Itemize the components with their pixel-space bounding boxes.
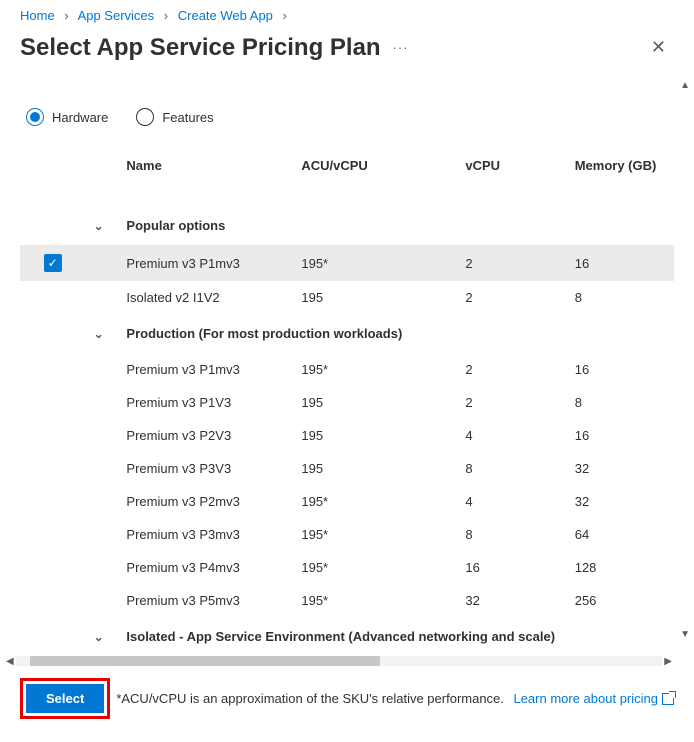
- table-row[interactable]: Premium v3 P1mv3195*216250: [20, 353, 674, 386]
- close-icon[interactable]: ✕: [643, 33, 674, 62]
- cell-name: Premium v3 P3V3: [118, 452, 293, 485]
- select-button[interactable]: Select: [26, 684, 104, 713]
- cell-vcpu: 4: [457, 419, 566, 452]
- learn-more-link[interactable]: Learn more about pricing: [513, 691, 674, 706]
- table-row[interactable]: Premium v3 P3mv3195*864250: [20, 518, 674, 551]
- cell-name: Premium v3 P3mv3: [118, 518, 293, 551]
- cell-memory: 128: [567, 551, 674, 584]
- radio-features[interactable]: Features: [136, 108, 213, 126]
- radio-unselected-icon: [136, 108, 154, 126]
- chevron-right-icon: ›: [64, 8, 68, 23]
- cell-vcpu: 2: [457, 386, 566, 419]
- cell-memory: 8: [567, 386, 674, 419]
- table-row[interactable]: ✓Premium v3 P1mv3195*216250: [20, 245, 674, 281]
- table-row[interactable]: Premium v3 P5mv3195*32256250: [20, 584, 674, 617]
- cell-name: Premium v3 P1mv3: [118, 245, 293, 281]
- cell-memory: 16: [567, 353, 674, 386]
- group-header[interactable]: ⌄Production (For most production workloa…: [20, 314, 674, 353]
- cell-acu: 195: [293, 452, 457, 485]
- cell-memory: 16: [567, 245, 674, 281]
- radio-hardware-label: Hardware: [52, 110, 108, 125]
- cell-memory: 8: [567, 281, 674, 314]
- cell-vcpu: 2: [457, 281, 566, 314]
- radio-features-label: Features: [162, 110, 213, 125]
- cell-name: Premium v3 P2V3: [118, 419, 293, 452]
- cell-acu: 195*: [293, 485, 457, 518]
- horizontal-scrollbar[interactable]: ◀ ▶: [4, 654, 674, 668]
- col-acu[interactable]: ACU/vCPU: [293, 148, 457, 206]
- footnote-text: *ACU/vCPU is an approximation of the SKU…: [116, 691, 507, 706]
- breadcrumb-create-web-app[interactable]: Create Web App: [178, 8, 273, 23]
- table-row[interactable]: Premium v3 P1V319528250: [20, 386, 674, 419]
- cell-vcpu: 32: [457, 584, 566, 617]
- cell-acu: 195*: [293, 245, 457, 281]
- group-header[interactable]: ⌄Isolated - App Service Environment (Adv…: [20, 617, 674, 652]
- radio-hardware[interactable]: Hardware: [26, 108, 108, 126]
- external-link-icon: [662, 693, 674, 705]
- cell-acu: 195*: [293, 518, 457, 551]
- col-memory[interactable]: Memory (GB): [567, 148, 674, 206]
- cell-acu: 195: [293, 419, 457, 452]
- chevron-down-icon[interactable]: ⌄: [94, 219, 104, 233]
- cell-acu: 195*: [293, 551, 457, 584]
- cell-memory: 16: [567, 419, 674, 452]
- cell-memory: 64: [567, 518, 674, 551]
- cell-vcpu: 2: [457, 245, 566, 281]
- cell-vcpu: 2: [457, 353, 566, 386]
- chevron-right-icon: ›: [164, 8, 168, 23]
- cell-name: Premium v3 P4mv3: [118, 551, 293, 584]
- checkbox-checked-icon[interactable]: ✓: [44, 254, 62, 272]
- cell-memory: 32: [567, 452, 674, 485]
- table-row[interactable]: Isolated v2 I1V2195281000: [20, 281, 674, 314]
- chevron-down-icon[interactable]: ⌄: [94, 327, 104, 341]
- cell-acu: 195: [293, 386, 457, 419]
- col-vcpu[interactable]: vCPU: [457, 148, 566, 206]
- cell-name: Premium v3 P2mv3: [118, 485, 293, 518]
- cell-name: Premium v3 P5mv3: [118, 584, 293, 617]
- cell-memory: 256: [567, 584, 674, 617]
- col-name[interactable]: Name: [118, 148, 293, 206]
- scroll-left-icon[interactable]: ◀: [4, 656, 16, 667]
- scroll-right-icon[interactable]: ▶: [662, 656, 674, 667]
- cell-name: Premium v3 P1mv3: [118, 353, 293, 386]
- page-title: Select App Service Pricing Plan: [20, 34, 381, 62]
- group-header[interactable]: ⌄Popular options: [20, 206, 674, 245]
- select-button-highlight: Select: [20, 678, 110, 719]
- pricing-table: Name ACU/vCPU vCPU Memory (GB) Remote (G…: [20, 148, 674, 652]
- chevron-right-icon: ›: [283, 8, 287, 23]
- scroll-down-icon[interactable]: ▼: [680, 629, 690, 640]
- learn-more-label: Learn more about pricing: [513, 691, 658, 706]
- radio-selected-icon: [26, 108, 44, 126]
- cell-name: Premium v3 P1V3: [118, 386, 293, 419]
- cell-acu: 195*: [293, 353, 457, 386]
- table-row[interactable]: Premium v3 P3V3195832250: [20, 452, 674, 485]
- cell-vcpu: 8: [457, 518, 566, 551]
- chevron-down-icon[interactable]: ⌄: [94, 630, 104, 644]
- more-icon[interactable]: ···: [393, 40, 409, 55]
- cell-vcpu: 16: [457, 551, 566, 584]
- cell-memory: 32: [567, 485, 674, 518]
- table-row[interactable]: Premium v3 P2V3195416250: [20, 419, 674, 452]
- cell-vcpu: 8: [457, 452, 566, 485]
- breadcrumb-home[interactable]: Home: [20, 8, 55, 23]
- cell-acu: 195: [293, 281, 457, 314]
- scroll-up-icon[interactable]: ▲: [680, 80, 690, 91]
- cell-name: Isolated v2 I1V2: [118, 281, 293, 314]
- breadcrumb-app-services[interactable]: App Services: [78, 8, 155, 23]
- table-row[interactable]: Premium v3 P2mv3195*432250: [20, 485, 674, 518]
- cell-acu: 195*: [293, 584, 457, 617]
- table-row[interactable]: Premium v3 P4mv3195*16128250: [20, 551, 674, 584]
- breadcrumb: Home › App Services › Create Web App ›: [0, 0, 694, 27]
- view-toggle: Hardware Features: [20, 80, 674, 148]
- cell-vcpu: 4: [457, 485, 566, 518]
